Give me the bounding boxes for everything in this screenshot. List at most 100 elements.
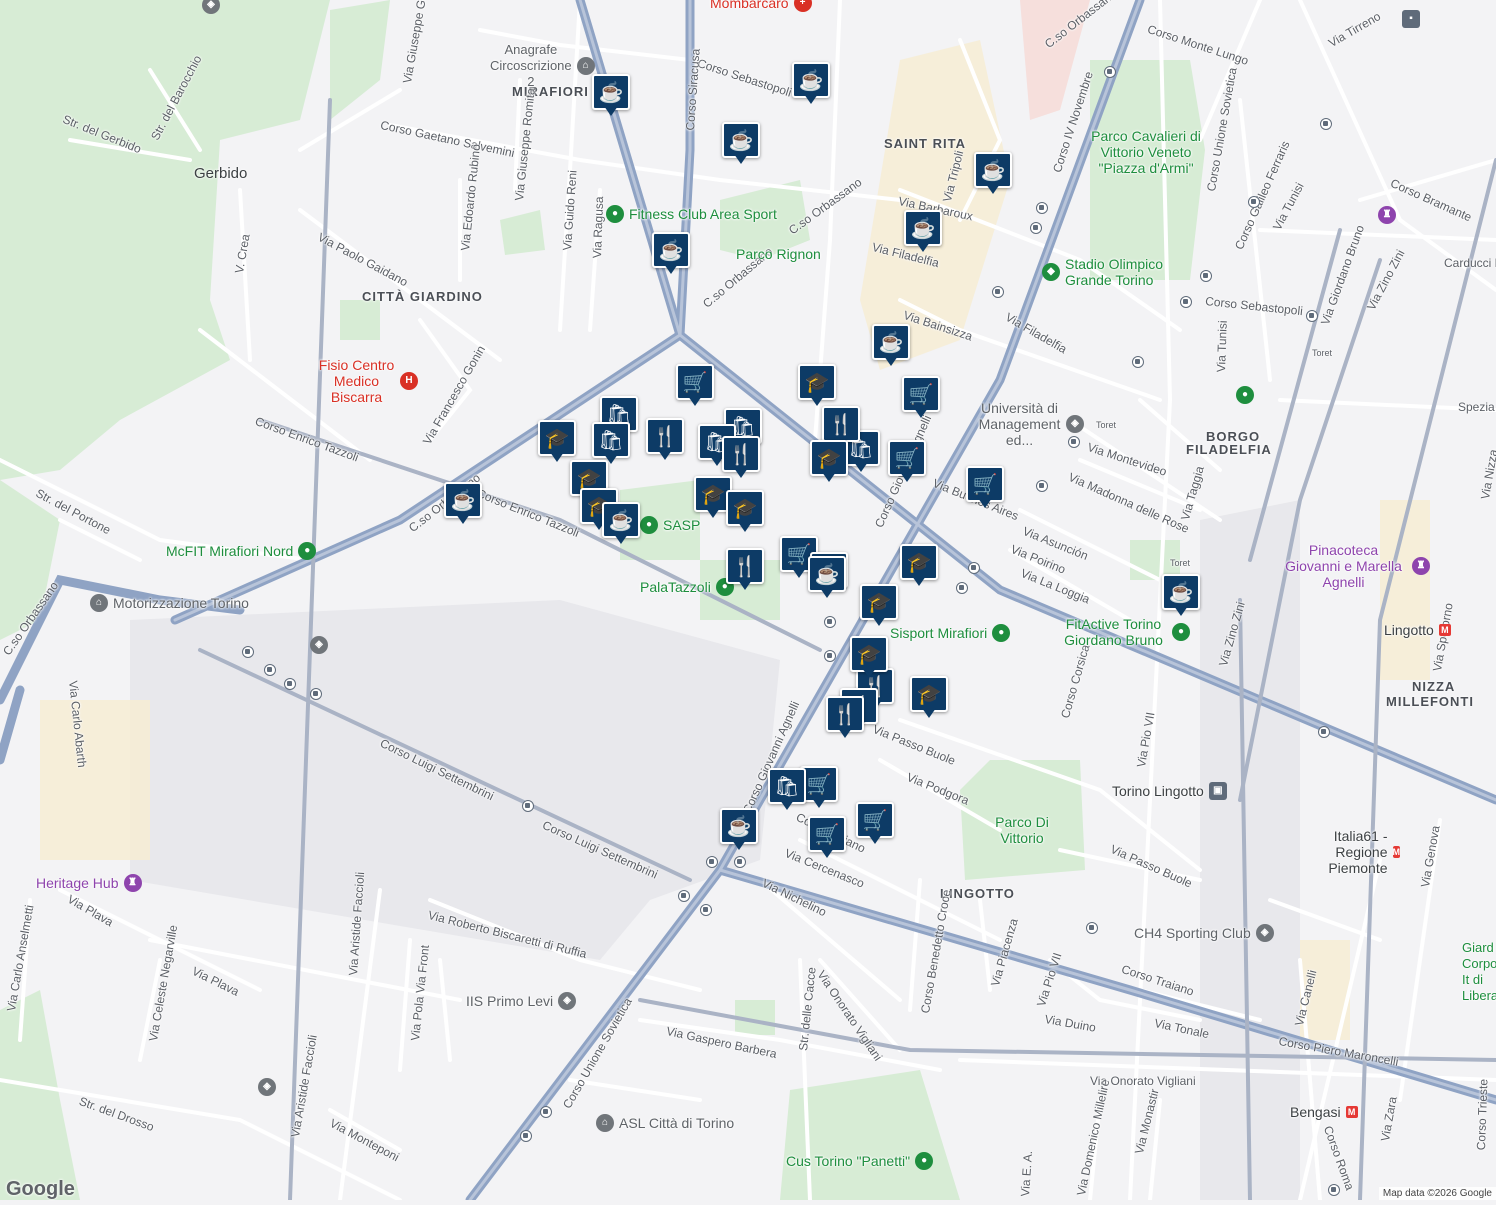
poi-mombarcaro[interactable]: Mombarcaro +: [710, 0, 812, 12]
cafe-marker[interactable]: ☕: [1162, 574, 1200, 618]
poi-mcfit[interactable]: McFIT Mirafiori Nord ●: [166, 542, 317, 560]
bus-stop-icon[interactable]: [824, 650, 836, 662]
bus-stop-icon[interactable]: [956, 582, 968, 594]
bus-stop-icon[interactable]: [700, 904, 712, 916]
bus-stop-icon[interactable]: [706, 856, 718, 868]
bus-stop-icon[interactable]: [1180, 296, 1192, 308]
shop-marker[interactable]: 🛍: [768, 768, 806, 812]
bus-stop-icon[interactable]: [284, 678, 296, 690]
bus-stop-icon[interactable]: [1328, 1184, 1340, 1196]
poi-pinacoteca[interactable]: Pinacoteca Giovanni e Marella Agnelli ♜: [1280, 542, 1430, 590]
cafe-marker[interactable]: ☕: [602, 502, 640, 546]
restaurant-marker[interactable]: 🍴: [722, 436, 760, 480]
bus-stop-icon[interactable]: [310, 688, 322, 700]
school-marker[interactable]: 🎓: [850, 636, 888, 680]
cafe-marker[interactable]: ☕: [974, 152, 1012, 196]
cafe-marker[interactable]: ☕: [872, 324, 910, 368]
bus-stop-icon[interactable]: [1320, 118, 1332, 130]
bus-stop-icon[interactable]: [1248, 196, 1260, 208]
bus-stop-icon[interactable]: [520, 1130, 532, 1142]
restaurant-icon: 🍴: [722, 436, 760, 472]
bus-stop-icon[interactable]: [242, 646, 254, 658]
poi-italia61[interactable]: Italia61 - Regione Piemonte M: [1300, 828, 1400, 876]
school-marker[interactable]: 🎓: [810, 440, 848, 484]
poi-lingotto-metro[interactable]: Lingotto M: [1384, 622, 1451, 638]
grocery-marker[interactable]: 🛒: [856, 802, 894, 846]
poi-museum-unnamed[interactable]: ♜: [1378, 206, 1396, 224]
poi-label: IIS Primo Levi: [466, 993, 554, 1009]
poi-fitactive[interactable]: FitActive Torino Giordano Bruno ●: [1060, 616, 1190, 648]
poi-iis-primo-levi[interactable]: IIS Primo Levi ◈: [466, 992, 577, 1010]
shopping-cart-icon: 🛒: [888, 440, 926, 476]
poi-palatazzoli[interactable]: PalaTazzoli ●: [640, 578, 734, 596]
bus-stop-icon[interactable]: [968, 562, 980, 574]
restaurant-marker[interactable]: 🍴: [646, 418, 684, 462]
poi-parco-di-vittorio[interactable]: Parco Di Vittorio: [994, 814, 1050, 846]
bus-stop-icon[interactable]: [1318, 726, 1330, 738]
poi-sisport[interactable]: Sisport Mirafiori ●: [890, 624, 1011, 642]
poi-school-unnamed-2[interactable]: ◈: [258, 1078, 276, 1096]
poi-fisio-centro[interactable]: Fisio Centro Medico Biscarra H: [318, 357, 418, 405]
cafe-marker[interactable]: ☕: [652, 232, 690, 276]
bus-stop-icon[interactable]: [678, 890, 690, 902]
poi-cus-torino[interactable]: Cus Torino "Panetti" ●: [786, 1152, 934, 1170]
map-canvas[interactable]: MIRAFIORI SAINT RITA CITTÀ GIARDINO BORG…: [0, 0, 1496, 1205]
cafe-marker[interactable]: ☕: [792, 62, 830, 106]
poi-transit-unnamed[interactable]: ▪: [1402, 10, 1420, 28]
poi-bengasi[interactable]: Bengasi M: [1290, 1104, 1358, 1120]
school-marker[interactable]: 🎓: [900, 544, 938, 588]
school-marker[interactable]: 🎓: [538, 420, 576, 464]
cafe-marker[interactable]: ☕: [808, 556, 846, 600]
grocery-marker[interactable]: 🛒: [808, 816, 846, 860]
bus-stop-icon[interactable]: [1030, 222, 1042, 234]
school-marker[interactable]: 🎓: [798, 364, 836, 408]
cafe-marker[interactable]: ☕: [592, 74, 630, 118]
cafe-marker[interactable]: ☕: [720, 808, 758, 852]
poi-sasp[interactable]: ● SASP: [640, 516, 700, 534]
poi-fitness-club-area-sport[interactable]: ● Fitness Club Area Sport: [606, 205, 777, 223]
poi-stadio-olimpico[interactable]: ◆ Stadio Olimpico Grande Torino: [1042, 256, 1182, 288]
grocery-marker[interactable]: 🛒: [902, 376, 940, 420]
bus-stop-icon[interactable]: [1132, 356, 1144, 368]
metro-icon: M: [1392, 846, 1400, 858]
graduation-cap-icon: 🎓: [900, 544, 938, 580]
cafe-marker[interactable]: ☕: [904, 210, 942, 254]
bus-stop-icon[interactable]: [1036, 202, 1048, 214]
grocery-marker[interactable]: 🛒: [676, 364, 714, 408]
grocery-marker[interactable]: 🛒: [888, 440, 926, 484]
bus-stop-icon[interactable]: [1104, 66, 1116, 78]
poi-asl[interactable]: ⌂ ASL Città di Torino: [596, 1114, 734, 1132]
poi-giardino[interactable]: Giard Corpo It di Libera: [1462, 940, 1496, 1004]
school-marker[interactable]: 🎓: [726, 490, 764, 534]
school-marker[interactable]: 🎓: [860, 584, 898, 628]
bus-stop-icon[interactable]: [1068, 436, 1080, 448]
bus-stop-icon[interactable]: [540, 1106, 552, 1118]
bus-stop-icon[interactable]: [1036, 480, 1048, 492]
cafe-marker[interactable]: ☕: [444, 482, 482, 526]
bus-stop-icon[interactable]: [734, 856, 746, 868]
poi-school-unnamed[interactable]: ◈: [310, 636, 328, 654]
grocery-marker[interactable]: 🛒: [966, 466, 1004, 510]
restaurant-marker[interactable]: 🍴: [726, 548, 764, 592]
bus-stop-icon[interactable]: [824, 616, 836, 628]
poi-torino-lingotto[interactable]: Torino Lingotto ▣: [1112, 782, 1227, 800]
school-marker[interactable]: 🎓: [910, 676, 948, 720]
poi-motorizzazione[interactable]: ⌂ Motorizzazione Torino: [90, 594, 249, 612]
poi-label: Anagrafe Circoscrizione 2: [490, 42, 572, 89]
bus-stop-icon[interactable]: [522, 800, 534, 812]
restaurant-marker[interactable]: 🍴: [826, 696, 864, 740]
poi-heritage-hub[interactable]: Heritage Hub ♜: [36, 874, 142, 892]
poi-school-unnamed-3[interactable]: ◈: [202, 0, 220, 14]
bus-stop-icon[interactable]: [264, 664, 276, 676]
bus-stop-icon[interactable]: [992, 286, 1004, 298]
bus-stop-icon[interactable]: [1086, 922, 1098, 934]
poi-parco-piazza-armi[interactable]: Parco Cavalieri di Vittorio Veneto "Piaz…: [1090, 128, 1202, 176]
cafe-marker[interactable]: ☕: [722, 122, 760, 166]
graduation-cap-icon: 🎓: [860, 584, 898, 620]
bus-stop-icon[interactable]: [1306, 310, 1318, 322]
poi-ch4-sporting[interactable]: CH4 Sporting Club ◈: [1134, 924, 1274, 942]
poi-parco-rignon[interactable]: Parco Rignon: [736, 246, 821, 262]
poi-park-unnamed[interactable]: ●: [1236, 386, 1254, 404]
bus-stop-icon[interactable]: [1200, 270, 1212, 282]
poi-anagrafe[interactable]: Anagrafe Circoscrizione 2 ⌂: [490, 42, 595, 90]
